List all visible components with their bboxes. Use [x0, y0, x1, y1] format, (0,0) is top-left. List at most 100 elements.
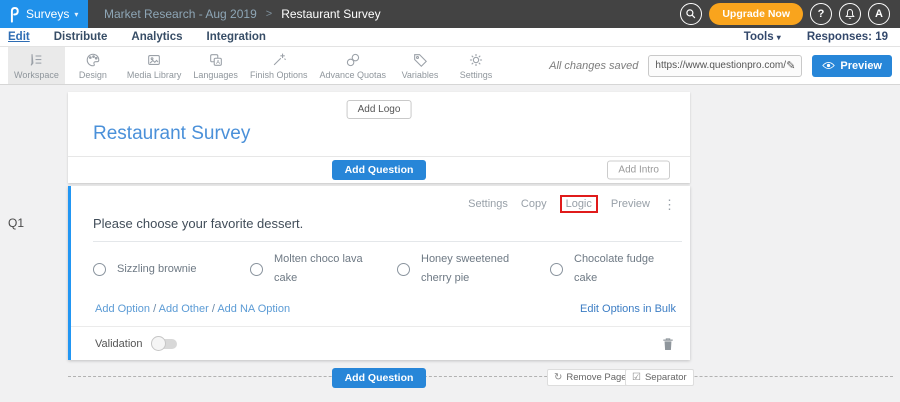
breadcrumb-parent[interactable]: Market Research - Aug 2019 [104, 7, 257, 21]
radio-button-icon[interactable] [550, 263, 563, 276]
help-button[interactable]: ? [810, 3, 832, 25]
question-copy-link[interactable]: Copy [521, 198, 547, 210]
top-bar-actions: Upgrade Now ? A [680, 3, 900, 25]
gear-icon [468, 51, 484, 68]
question-logic-link-highlighted[interactable]: Logic [560, 195, 598, 213]
toolbar-item-label: Settings [460, 70, 493, 80]
workspace-icon [28, 51, 44, 68]
radio-button-icon[interactable] [250, 263, 263, 276]
surveys-menu-label: Surveys [26, 7, 69, 21]
workspace-area: Add Logo Restaurant Survey Add Question … [0, 85, 900, 402]
survey-header-footer: Add Question Add Intro [68, 156, 690, 183]
nav-right: Tools ▾ Responses: 19 [744, 31, 900, 43]
main-nav: Edit Distribute Analytics Integration To… [0, 28, 900, 47]
questionpro-logo-icon [8, 6, 21, 23]
toolbar-right: All changes saved ✎ Preview [549, 47, 900, 84]
magic-wand-icon [271, 51, 287, 68]
survey-url-box: ✎ [648, 55, 802, 77]
tools-label: Tools [744, 31, 774, 43]
edit-toolbar: Workspace Design Media Library A Languag… [0, 47, 900, 85]
add-other-link[interactable]: Add Other [159, 303, 209, 315]
tab-settings[interactable]: Settings [448, 47, 504, 84]
tab-design[interactable]: Design [65, 47, 121, 84]
validation-label: Validation [95, 338, 143, 350]
notifications-button[interactable] [839, 3, 861, 25]
question-actions: Settings Copy Logic Preview ⋮ [468, 195, 676, 213]
checked-checkbox-icon: ☑ [632, 373, 641, 383]
survey-url-input[interactable] [655, 60, 786, 71]
validation-toggle[interactable] [153, 339, 177, 349]
add-na-option-link[interactable]: Add NA Option [217, 303, 290, 315]
answer-option-label[interactable]: Molten choco lava cake [274, 250, 374, 289]
answer-option[interactable]: Sizzling brownie [93, 250, 250, 289]
trash-icon [662, 337, 674, 351]
eye-icon [822, 61, 835, 70]
responses-count[interactable]: Responses: 19 [807, 31, 888, 43]
add-question-button-top[interactable]: Add Question [332, 160, 427, 180]
add-question-button-bottom[interactable]: Add Question [332, 368, 427, 388]
tab-languages[interactable]: A Languages [187, 47, 244, 84]
option-add-links: Add Option / Add Other / Add NA Option [95, 303, 290, 315]
chevron-down-icon: ▾ [74, 10, 78, 19]
edit-url-pencil-icon[interactable]: ✎ [786, 59, 795, 72]
breadcrumb-separator-icon: > [266, 8, 272, 20]
questionpro-app: Surveys ▾ Market Research - Aug 2019 > R… [0, 0, 900, 402]
svg-text:A: A [216, 59, 220, 65]
radio-button-icon[interactable] [397, 263, 410, 276]
answer-option-label[interactable]: Sizzling brownie [117, 260, 217, 279]
answer-option[interactable]: Chocolate fudge cake [550, 250, 684, 289]
nav-item-analytics[interactable]: Analytics [131, 31, 182, 43]
question-card: Settings Copy Logic Preview ⋮ Please cho… [68, 186, 690, 360]
answer-option[interactable]: Honey sweetened cherry pie [397, 250, 550, 289]
design-palette-icon [85, 51, 101, 68]
search-icon [685, 8, 697, 20]
tab-advance-quotas[interactable]: Advance Quotas [313, 47, 392, 84]
languages-icon: A [208, 51, 224, 68]
tab-variables[interactable]: Variables [392, 47, 448, 84]
answer-option[interactable]: Molten choco lava cake [250, 250, 397, 289]
answer-options: Sizzling brownie Molten choco lava cake … [93, 250, 684, 289]
question-number-label: Q1 [8, 216, 24, 230]
tab-workspace[interactable]: Workspace [8, 47, 65, 84]
breadcrumb-current: Restaurant Survey [281, 7, 380, 21]
edit-options-in-bulk-link[interactable]: Edit Options in Bulk [580, 303, 676, 315]
kebab-menu-icon[interactable]: ⋮ [663, 198, 676, 211]
add-option-link[interactable]: Add Option [95, 303, 150, 315]
upgrade-now-button[interactable]: Upgrade Now [709, 3, 803, 25]
toolbar-item-label: Variables [402, 70, 439, 80]
refresh-icon: ↻ [554, 373, 562, 383]
tag-icon [412, 51, 428, 68]
save-status: All changes saved [549, 60, 638, 72]
breadcrumb: Market Research - Aug 2019 > Restaurant … [104, 7, 381, 21]
separator-button[interactable]: ☑ Separator [625, 369, 694, 386]
question-preview-link[interactable]: Preview [611, 198, 650, 210]
survey-title[interactable]: Restaurant Survey [93, 123, 250, 145]
nav-item-distribute[interactable]: Distribute [54, 31, 108, 43]
delete-question-button[interactable] [662, 337, 674, 351]
question-settings-link[interactable]: Settings [468, 198, 508, 210]
preview-button[interactable]: Preview [812, 55, 892, 77]
nav-item-edit[interactable]: Edit [8, 31, 30, 43]
tab-media-library[interactable]: Media Library [121, 47, 188, 84]
toggle-knob [151, 336, 166, 351]
surveys-menu[interactable]: Surveys ▾ [0, 0, 88, 28]
separator-label: Separator [645, 372, 687, 383]
question-text-input[interactable]: Please choose your favorite dessert. [93, 216, 682, 242]
add-intro-button[interactable]: Add Intro [607, 161, 670, 180]
toolbar-item-label: Workspace [14, 70, 59, 80]
answer-option-label[interactable]: Chocolate fudge cake [574, 250, 674, 289]
chevron-down-icon: ▾ [777, 33, 781, 42]
tools-dropdown[interactable]: Tools ▾ [744, 31, 781, 43]
toolbar-item-label: Media Library [127, 70, 182, 80]
search-button[interactable] [680, 3, 702, 25]
links-separator: / [212, 303, 215, 315]
media-library-icon [146, 51, 162, 68]
tab-finish-options[interactable]: Finish Options [244, 47, 314, 84]
answer-option-label[interactable]: Honey sweetened cherry pie [421, 250, 521, 289]
chain-links-icon [345, 51, 361, 68]
add-logo-button[interactable]: Add Logo [347, 100, 412, 119]
avatar[interactable]: A [868, 3, 890, 25]
nav-item-integration[interactable]: Integration [207, 31, 266, 43]
top-bar: Surveys ▾ Market Research - Aug 2019 > R… [0, 0, 900, 28]
radio-button-icon[interactable] [93, 263, 106, 276]
